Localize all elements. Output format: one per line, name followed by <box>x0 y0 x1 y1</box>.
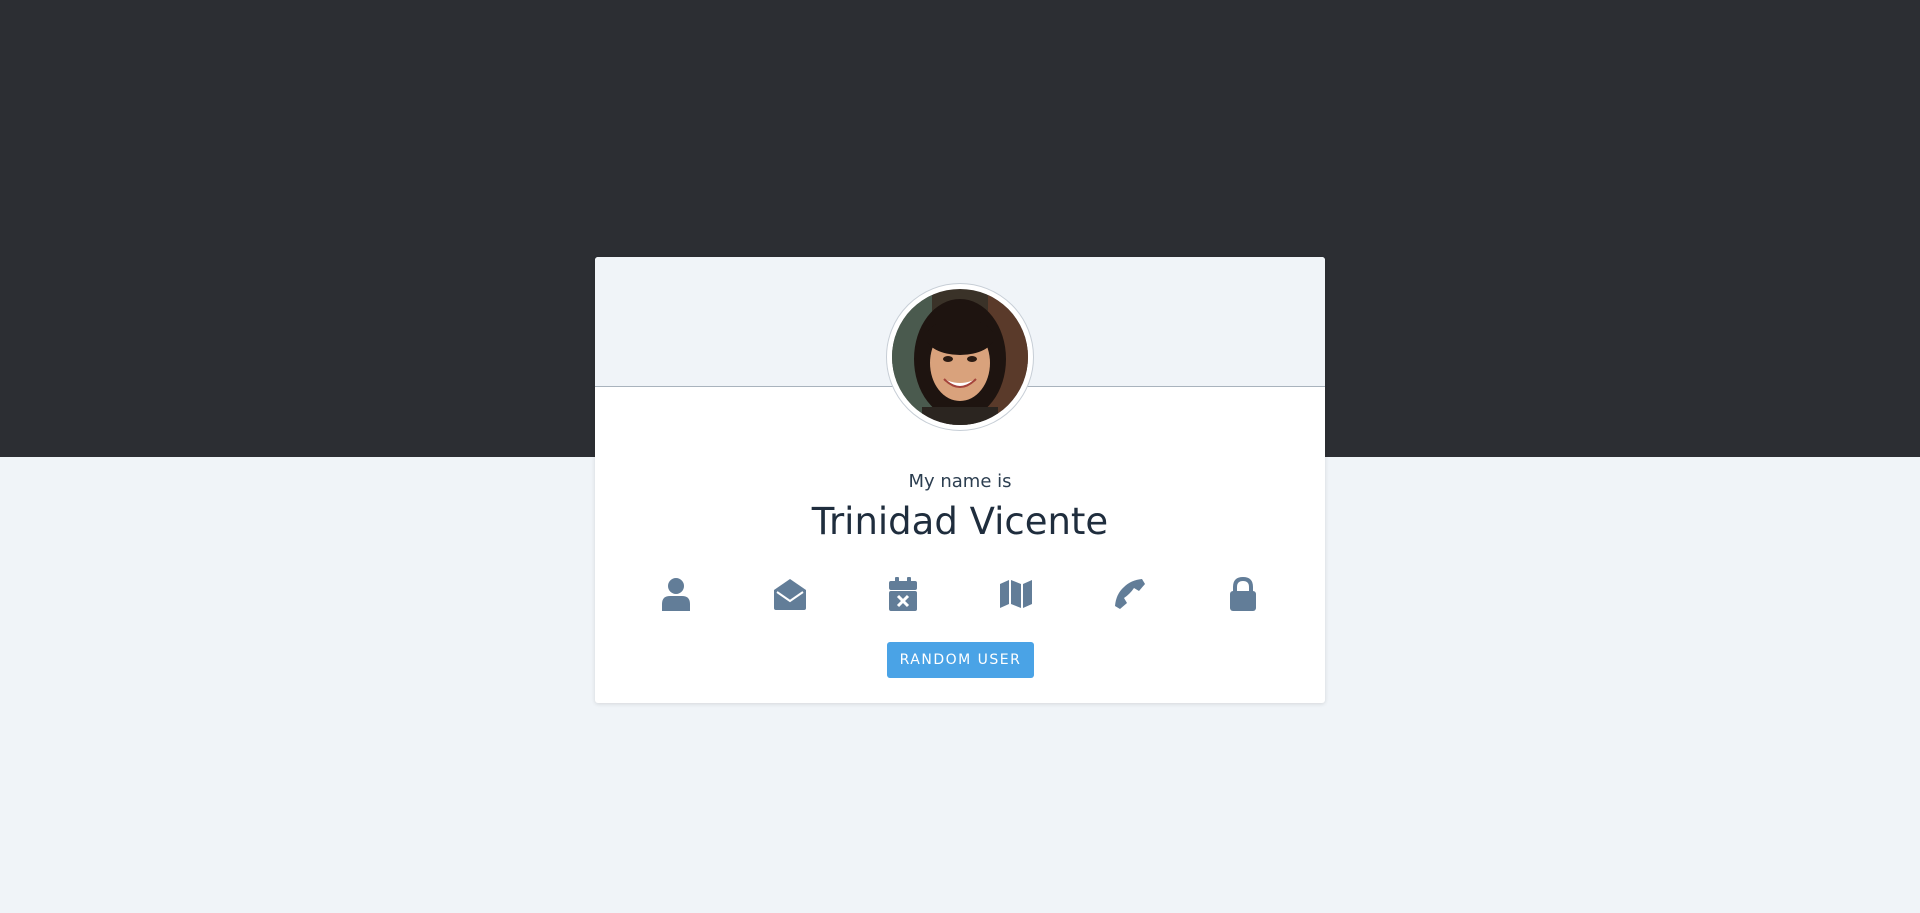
info-label: My name is <box>908 471 1012 492</box>
user-icon[interactable] <box>656 574 696 614</box>
calendar-x-icon[interactable] <box>883 574 923 614</box>
phone-icon[interactable] <box>1110 574 1150 614</box>
envelope-open-icon[interactable] <box>770 574 810 614</box>
map-icon[interactable] <box>996 574 1036 614</box>
user-card: My name is Trinidad Vicente RANDOM USER <box>595 257 1325 703</box>
random-user-button[interactable]: RANDOM USER <box>887 642 1034 678</box>
lock-icon[interactable] <box>1223 574 1263 614</box>
avatar-photo <box>892 289 1028 425</box>
info-icon-bar <box>595 574 1325 614</box>
info-value: Trinidad Vicente <box>811 500 1109 543</box>
avatar <box>886 283 1034 431</box>
